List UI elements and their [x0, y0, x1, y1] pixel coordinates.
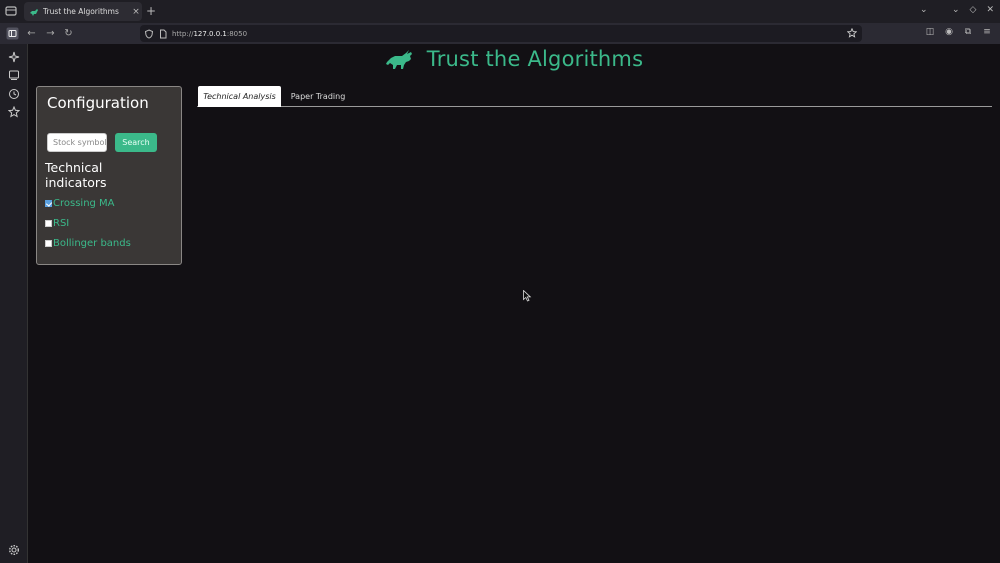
browser-nav-bar: ← → ↻ http://127.0.0.1:8050 ◫ ◉ ⧉ ≡: [0, 23, 1000, 44]
page-icon[interactable]: [158, 29, 168, 39]
configuration-title: Configuration: [47, 94, 149, 112]
bookmarks-star-icon[interactable]: [8, 106, 20, 118]
ai-chat-icon[interactable]: [8, 51, 20, 63]
bull-favicon-icon: [30, 8, 38, 16]
menu-icon[interactable]: ≡: [982, 27, 992, 39]
tab-paper-trading[interactable]: Paper Trading: [285, 86, 351, 107]
tab-list-chevron-icon[interactable]: ⌄: [920, 5, 928, 15]
settings-gear-icon[interactable]: [8, 544, 20, 556]
mouse-pointer-icon: [523, 290, 532, 302]
new-tab-button[interactable]: +: [146, 4, 156, 18]
window-controls: ⌄ ◇ ✕: [952, 5, 994, 15]
forward-arrow-icon[interactable]: →: [44, 27, 57, 40]
app-header: Trust the Algorithms: [28, 44, 1000, 74]
tab-technical-analysis[interactable]: Technical Analysis: [198, 86, 281, 107]
shield-icon[interactable]: [144, 28, 154, 39]
page-content: Trust the Algorithms Configuration Searc…: [28, 44, 1000, 563]
technical-indicators-title: Technical indicators: [45, 160, 107, 190]
rsi-checkbox[interactable]: [45, 220, 52, 227]
reload-icon[interactable]: ↻: [62, 27, 75, 40]
extensions-icon[interactable]: ⧉: [963, 27, 973, 39]
search-button[interactable]: Search: [115, 133, 157, 152]
crossing-ma-checkbox[interactable]: [45, 200, 52, 207]
tab-overview-icon[interactable]: [5, 5, 17, 17]
browser-tab[interactable]: Trust the Algorithms ×: [24, 2, 142, 21]
account-icon[interactable]: ◉: [944, 27, 954, 39]
configuration-panel: Configuration Search Technical indicator…: [36, 86, 182, 265]
bollinger-bands-checkbox[interactable]: [45, 240, 52, 247]
toolbar-right: ◫ ◉ ⧉ ≡: [925, 27, 992, 39]
close-window-icon[interactable]: ✕: [986, 5, 994, 15]
browser-sidebar: [0, 44, 28, 563]
back-arrow-icon[interactable]: ←: [25, 27, 38, 40]
minimize-icon[interactable]: ⌄: [952, 5, 960, 15]
indicator-rsi[interactable]: RSI: [45, 218, 69, 229]
history-icon[interactable]: [8, 88, 20, 100]
bookmark-star-icon[interactable]: [847, 28, 857, 38]
crossing-ma-label[interactable]: Crossing MA: [53, 198, 115, 209]
indicator-bollinger-bands[interactable]: Bollinger bands: [45, 238, 131, 249]
browser-tab-title: Trust the Algorithms: [43, 7, 119, 16]
stock-symbol-input[interactable]: [47, 133, 107, 152]
address-bar[interactable]: http://127.0.0.1:8050: [140, 25, 862, 42]
rsi-label[interactable]: RSI: [53, 218, 69, 229]
restore-icon[interactable]: ◇: [970, 5, 977, 15]
tab-close-icon[interactable]: ×: [130, 7, 142, 17]
sidebar-toggle-icon[interactable]: [6, 27, 19, 40]
bull-logo-icon: [385, 50, 412, 69]
pocket-icon[interactable]: ◫: [925, 27, 935, 39]
indicator-crossing-ma[interactable]: Crossing MA: [45, 198, 115, 209]
content-tabs: Technical Analysis Paper Trading: [197, 86, 992, 107]
bollinger-bands-label[interactable]: Bollinger bands: [53, 238, 131, 249]
app-title: Trust the Algorithms: [426, 47, 644, 71]
browser-tab-bar: Trust the Algorithms × + ⌄ ⌄ ◇ ✕: [0, 0, 1000, 23]
url-text[interactable]: http://127.0.0.1:8050: [172, 30, 247, 38]
synced-tabs-icon[interactable]: [8, 69, 20, 81]
